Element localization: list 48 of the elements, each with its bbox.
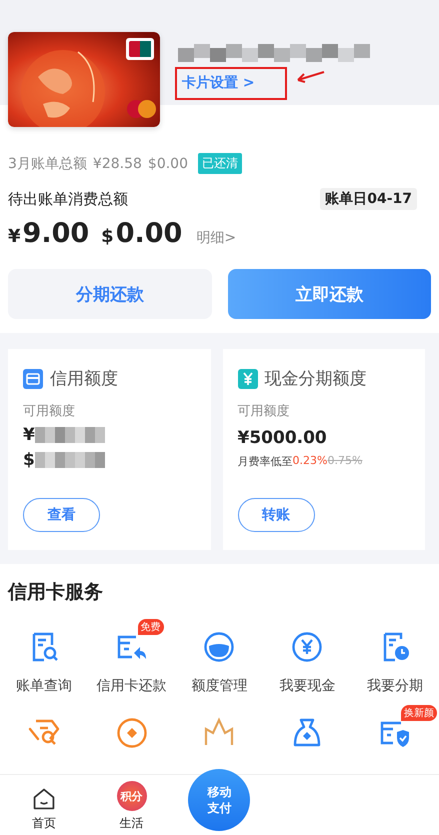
currency-symbol: $ [23, 450, 35, 470]
limit-title: 现金分期额度 [264, 368, 366, 390]
service-item[interactable]: 免费 信用卡还款 [88, 617, 176, 695]
cny-amount: 9.00 [22, 218, 90, 249]
limit-title: 信用额度 [50, 368, 118, 390]
coin-icon[interactable] [116, 717, 148, 749]
nav-item[interactable]: 积分 生活 [88, 775, 176, 835]
service-label: 我要现金 [279, 677, 336, 695]
yen-icon [238, 368, 258, 388]
section-title: 信用卡服务 [8, 581, 103, 603]
old-rate: 0.75% [327, 454, 362, 469]
pending-label: 待出账单消费总额 [8, 190, 128, 208]
service-label: 信用卡还款 [96, 677, 167, 695]
blurred-amount [34, 427, 105, 443]
rate-value: 0.23% [292, 454, 328, 469]
usd-amount: 0.00 [116, 218, 182, 249]
service-label: 账单查询 [16, 677, 72, 695]
last-bill-usd: $0.00 [148, 156, 188, 172]
blurred-amount [34, 452, 105, 468]
currency-symbol: ¥ [23, 425, 35, 445]
card-icon [23, 368, 43, 388]
service-label: 额度管理 [191, 677, 248, 695]
badge: 换新颜 [401, 705, 438, 721]
limit-action-button[interactable]: 查看 [23, 498, 100, 532]
available-label: 可用额度 [23, 403, 76, 420]
points-badge: 积分 [116, 781, 147, 811]
last-bill-cny: ¥28.58 [92, 156, 142, 172]
service-item[interactable]: 我要现金 [263, 617, 352, 695]
yen-coin-icon [291, 631, 324, 663]
gauge-icon [203, 631, 236, 663]
service-item[interactable]: 额度管理 [176, 617, 264, 695]
service-item[interactable]: 账单查询 [0, 617, 88, 695]
mobile-pay-button[interactable]: 移动 支付 [188, 769, 250, 831]
detail-link[interactable]: 明细> [196, 229, 236, 247]
badge: 免费 [138, 619, 164, 635]
bill-day-tag: 账单日04-17 [320, 188, 417, 210]
cash-amount: ¥5000.00 [238, 428, 328, 448]
nav-item[interactable]: 首页 [0, 775, 88, 835]
service-label: 我要分期 [367, 677, 424, 695]
usd-symbol: $ [101, 226, 114, 247]
paid-status-tag: 已还清 [198, 153, 242, 174]
last-bill-label: 3月账单总额 [8, 154, 87, 172]
home-icon [32, 787, 56, 811]
service-item[interactable]: 我要分期 [351, 617, 439, 695]
limit-action-button[interactable]: 转账 [238, 498, 314, 532]
cny-symbol: ¥ [8, 226, 21, 247]
available-label: 可用额度 [238, 403, 290, 420]
rate-label: 月费率低至 [238, 454, 292, 469]
